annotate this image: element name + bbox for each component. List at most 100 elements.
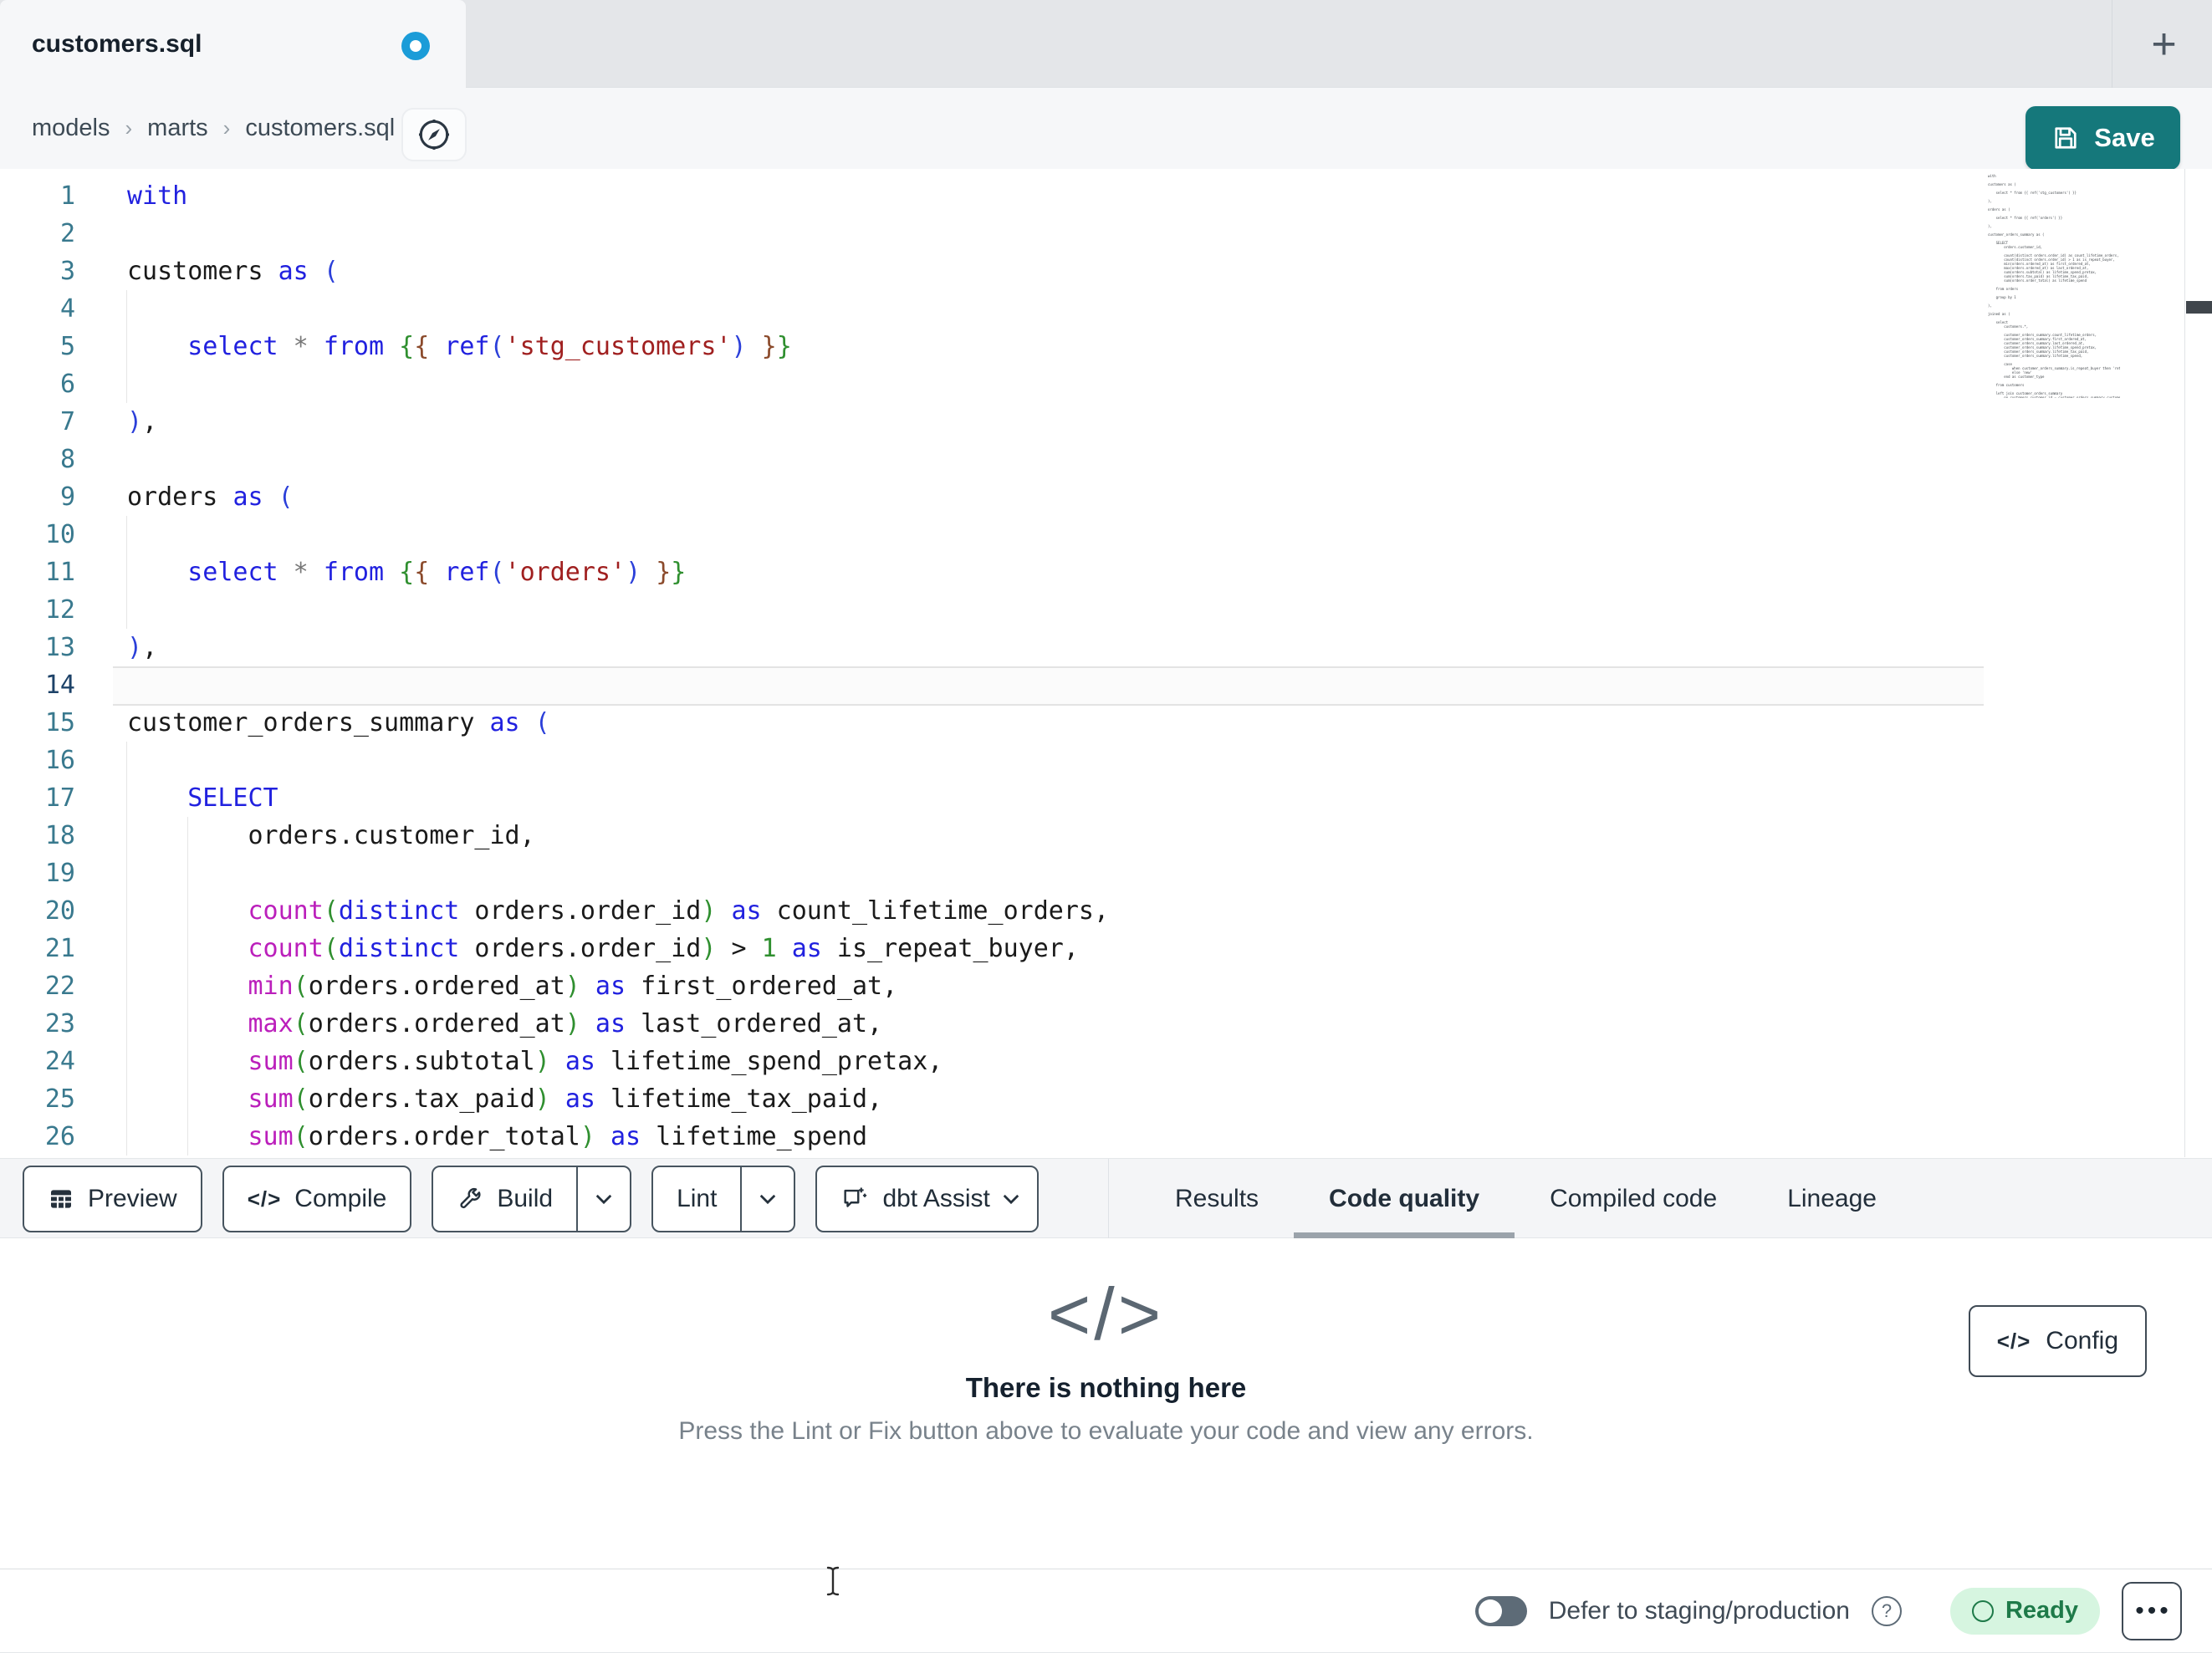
chevron-right-icon: › (125, 115, 133, 140)
code-icon: </> (247, 1186, 282, 1212)
unsaved-changes-icon (401, 32, 430, 60)
code-line[interactable]: count(distinct orders.order_id) > 1 as i… (127, 930, 1109, 967)
code-line[interactable]: with (127, 177, 1109, 215)
minimap-line: on customers.customer_id = customer_orde… (1988, 395, 2120, 398)
line-number: 6 (59, 370, 75, 399)
compile-label: Compile (294, 1185, 387, 1212)
build-dropdown-button[interactable] (576, 1167, 630, 1231)
new-tab-button[interactable]: + (2124, 7, 2204, 82)
code-line[interactable]: max(orders.ordered_at) as last_ordered_a… (127, 1005, 1109, 1043)
code-line[interactable] (127, 215, 1109, 253)
line-number: 15 (44, 708, 75, 737)
code-line[interactable]: sum(orders.subtotal) as lifetime_spend_p… (127, 1043, 1109, 1080)
code-line[interactable] (127, 666, 1109, 704)
breadcrumb-item-models[interactable]: models (32, 115, 110, 142)
line-number: 1 (59, 181, 75, 211)
table-icon (48, 1186, 74, 1212)
compile-button[interactable]: </> Compile (222, 1166, 412, 1232)
code-line[interactable] (127, 290, 1109, 328)
code-quality-panel: </> There is nothing here Press the Lint… (0, 1238, 2212, 1569)
code-icon: </> (1996, 1328, 2031, 1354)
tab-results[interactable]: Results (1140, 1159, 1294, 1239)
code-line[interactable]: SELECT (127, 779, 1109, 817)
empty-state-subtitle: Press the Lint or Fix button above to ev… (678, 1417, 1534, 1445)
tab-lineage[interactable]: Lineage (1752, 1159, 1912, 1239)
code-content[interactable]: with customers as ( select * from {{ ref… (127, 177, 1109, 1156)
code-line[interactable]: sum(orders.order_total) as lifetime_spen… (127, 1118, 1109, 1156)
config-button[interactable]: </> Config (1968, 1305, 2147, 1377)
breadcrumb-item-customers-sql: customers.sql (245, 115, 396, 141)
tab-customers-sql[interactable]: customers.sql (0, 0, 466, 88)
code-line[interactable] (127, 365, 1109, 403)
code-line[interactable]: min(orders.ordered_at) as first_ordered_… (127, 967, 1109, 1005)
build-label: Build (497, 1185, 554, 1212)
line-number: 13 (44, 633, 75, 662)
defer-label: Defer to staging/production (1548, 1596, 1850, 1625)
dbt-assist-chevron[interactable] (999, 1167, 1037, 1231)
line-number: 24 (44, 1047, 75, 1076)
tab-compiled-code[interactable]: Compiled code (1515, 1159, 1752, 1239)
config-label: Config (2046, 1327, 2118, 1355)
line-number: 26 (44, 1122, 75, 1151)
divider (1108, 1159, 1109, 1239)
editor-toolbar: Preview </> Compile Build Lint dbt Assis… (0, 1158, 2212, 1240)
breadcrumb: models › marts › customers.sql (32, 88, 395, 169)
code-line[interactable]: ), (127, 403, 1109, 441)
status-bar: Defer to staging/production ? Ready ••• (0, 1569, 2212, 1653)
lint-button[interactable]: Lint (651, 1166, 796, 1232)
code-line[interactable]: ), (127, 629, 1109, 666)
preview-button[interactable]: Preview (23, 1166, 202, 1232)
line-number: 10 (44, 520, 75, 549)
line-number: 18 (44, 821, 75, 850)
line-number: 3 (59, 257, 75, 286)
code-line[interactable]: select * from {{ ref('orders') }} (127, 554, 1109, 591)
help-icon[interactable]: ? (1871, 1595, 1902, 1626)
code-line[interactable]: orders.customer_id, (127, 817, 1109, 855)
line-number: 21 (44, 934, 75, 963)
line-number: 5 (59, 332, 75, 361)
save-icon (2051, 123, 2081, 153)
defer-toggle[interactable] (1474, 1595, 1527, 1626)
code-line[interactable] (127, 855, 1109, 892)
line-number: 11 (44, 558, 75, 587)
breadcrumb-bar: models › marts › customers.sql Save (0, 88, 2212, 170)
code-line[interactable]: customers as ( (127, 253, 1109, 290)
build-button[interactable]: Build (432, 1166, 632, 1232)
ellipsis-icon: ••• (2135, 1596, 2172, 1625)
line-number: 22 (44, 972, 75, 1001)
code-line[interactable] (127, 516, 1109, 554)
code-line[interactable]: count(distinct orders.order_id) as count… (127, 892, 1110, 930)
line-number: 4 (59, 294, 75, 324)
more-options-button[interactable]: ••• (2122, 1581, 2182, 1640)
status-label: Ready (2005, 1597, 2078, 1624)
code-line[interactable] (127, 742, 1109, 779)
line-number: 9 (59, 482, 75, 512)
code-line[interactable] (127, 441, 1109, 478)
lint-label: Lint (677, 1185, 718, 1212)
save-label: Save (2094, 123, 2155, 152)
tab-title: customers.sql (32, 29, 202, 58)
chevron-down-icon (595, 1193, 613, 1205)
line-number: 16 (44, 746, 75, 775)
dbt-assist-button[interactable]: dbt Assist (815, 1166, 1039, 1232)
dbt-ide-window: customers.sql + models › marts › custome… (0, 0, 2212, 1653)
lint-dropdown-button[interactable] (740, 1167, 794, 1231)
code-line[interactable] (127, 591, 1109, 629)
tab-code-quality[interactable]: Code quality (1294, 1159, 1515, 1240)
text-cursor-pointer (825, 1565, 841, 1597)
scrollbar-thumb[interactable] (2186, 301, 2212, 314)
preview-label: Preview (88, 1185, 177, 1212)
code-line[interactable]: customer_orders_summary as ( (127, 704, 1109, 742)
minimap[interactable]: with customers as ( select * from {{ ref… (1988, 174, 2120, 398)
line-number: 14 (44, 671, 75, 700)
code-editor[interactable]: 1 2 3 4 5 6 7 8 9 10 11 12 13 14 15 16 17 18 19 20 21 22 23 24 2… (0, 169, 2212, 1157)
line-number: 2 (59, 219, 75, 248)
save-button[interactable]: Save (2026, 106, 2180, 170)
breadcrumb-item-marts[interactable]: marts (147, 115, 208, 142)
code-line[interactable]: select * from {{ ref('stg_customers') }} (127, 328, 1109, 365)
chevron-right-icon: › (222, 115, 231, 140)
explore-lineage-button[interactable] (401, 108, 467, 161)
code-line[interactable]: sum(orders.tax_paid) as lifetime_tax_pai… (127, 1080, 1109, 1118)
line-number: 25 (44, 1084, 75, 1114)
code-line[interactable]: orders as ( (127, 478, 1109, 516)
